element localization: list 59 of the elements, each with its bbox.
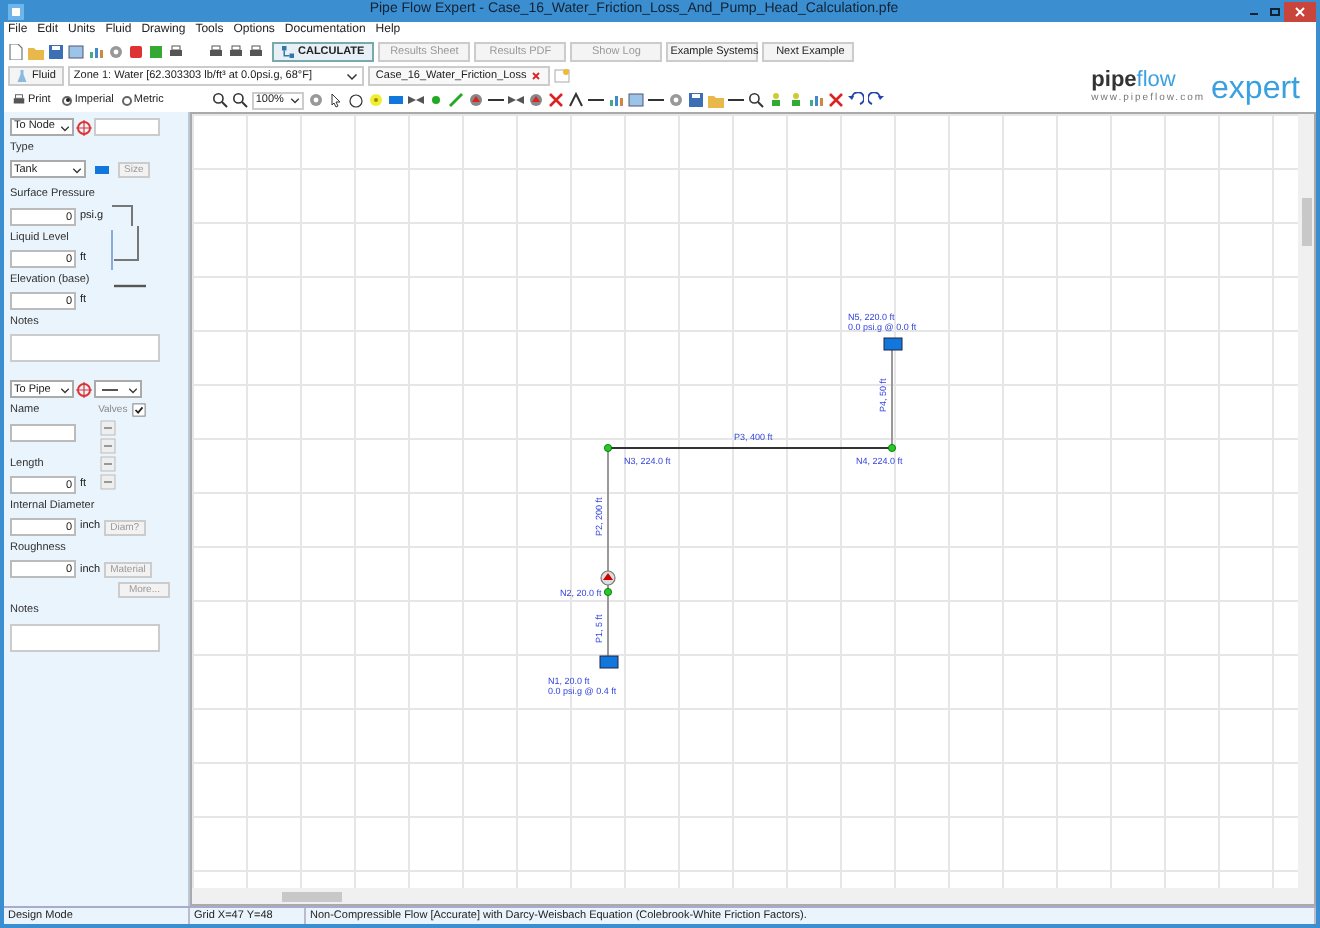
chart-icon[interactable] [807, 92, 824, 108]
notes-field[interactable] [10, 623, 160, 651]
fitting-icon[interactable] [98, 474, 119, 491]
node-point [604, 444, 612, 452]
pump-icon[interactable] [527, 92, 544, 108]
tank-icon [883, 337, 903, 351]
zoom-icon[interactable] [231, 92, 248, 108]
close-button[interactable] [1284, 1, 1316, 21]
undo-icon[interactable] [847, 92, 864, 108]
target-icon[interactable] [76, 119, 92, 135]
line-style-dropdown[interactable] [94, 380, 142, 399]
tank-icon[interactable] [92, 161, 112, 178]
zoom-icon[interactable] [211, 92, 228, 108]
logo-text: flow [1136, 69, 1176, 92]
redo-icon[interactable] [867, 92, 884, 108]
save-icon[interactable] [48, 44, 64, 60]
image-icon[interactable] [68, 44, 84, 60]
input-field[interactable] [94, 118, 160, 136]
node-point [604, 588, 612, 596]
dot-icon[interactable] [427, 92, 444, 108]
fitting-icon[interactable] [98, 456, 119, 473]
printer-icon[interactable] [12, 92, 26, 108]
fitting-icon[interactable] [98, 420, 119, 437]
delete-icon[interactable] [547, 92, 564, 108]
pipe-icon[interactable] [447, 92, 464, 108]
person-icon[interactable] [787, 92, 804, 108]
printer-icon[interactable] [168, 44, 184, 60]
chevron-down-icon[interactable] [289, 92, 300, 108]
pump-icon[interactable] [467, 92, 484, 108]
tank-icon [599, 655, 619, 669]
close-icon[interactable] [530, 68, 543, 84]
fitting-icon[interactable] [98, 438, 119, 455]
tank-icon[interactable] [387, 92, 404, 108]
node-point [888, 444, 896, 452]
input-field[interactable] [10, 423, 76, 441]
delete-icon[interactable] [827, 92, 844, 108]
radio-button[interactable] [62, 95, 73, 105]
stop-icon[interactable] [128, 44, 144, 60]
radio-button[interactable] [121, 95, 132, 105]
target-icon[interactable] [76, 381, 92, 398]
node-icon[interactable] [367, 92, 384, 108]
chevron-down-icon[interactable] [345, 68, 358, 84]
logo-text: pipe [1091, 69, 1137, 92]
vertical-scrollbar[interactable] [1298, 114, 1314, 888]
valve-icon[interactable] [407, 92, 424, 108]
chart-icon[interactable] [88, 44, 104, 60]
valves-checkbox[interactable] [131, 402, 146, 419]
flowchart-icon[interactable] [282, 44, 294, 60]
chart-icon[interactable] [607, 92, 624, 108]
pump-icon [600, 570, 616, 586]
horizontal-scrollbar[interactable] [192, 888, 1314, 904]
logo-text: expert [1211, 74, 1300, 107]
maximize-button[interactable] [1264, 7, 1284, 15]
valve-icon[interactable] [507, 92, 524, 108]
zoom-icon[interactable] [747, 92, 764, 108]
pointer-icon[interactable] [327, 92, 344, 108]
notes-field[interactable] [10, 334, 160, 363]
new-file-icon[interactable] [8, 44, 24, 60]
save-icon[interactable] [687, 92, 704, 108]
